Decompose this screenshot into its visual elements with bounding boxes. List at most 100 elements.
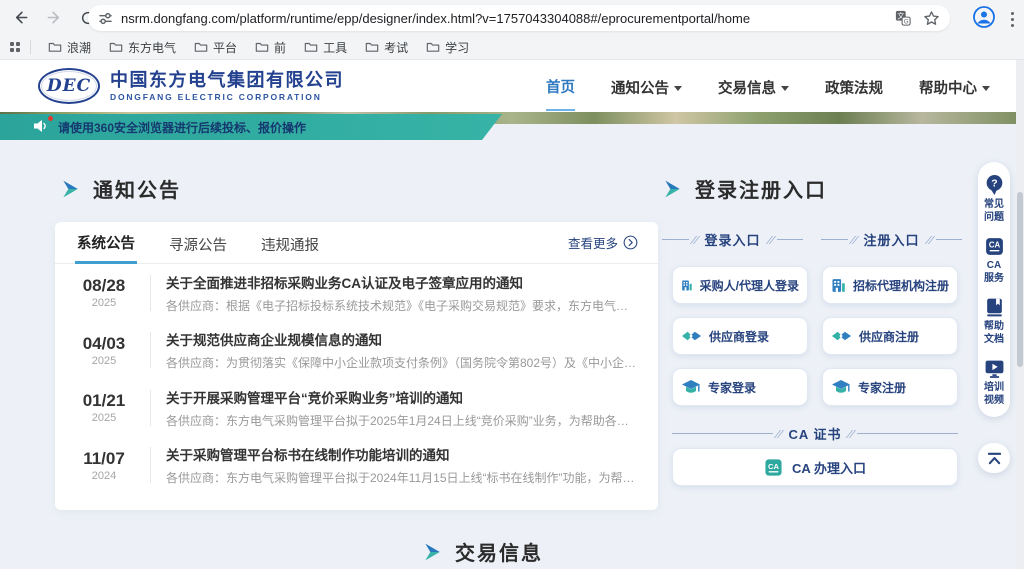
handshake-icon: [681, 328, 702, 344]
notice-date: 04/03 2025: [73, 334, 135, 367]
divider: [150, 275, 151, 311]
section-title: 登录注册入口: [695, 174, 827, 203]
tab-sourcing-notices[interactable]: 寻源公告: [167, 223, 229, 263]
login-group-label: 登录入口: [662, 230, 803, 249]
nav-trade-info[interactable]: 交易信息: [718, 63, 789, 110]
book-icon: [984, 297, 1005, 318]
main-nav: 首页 通知公告 交易信息 政策法规 帮助中心: [546, 60, 990, 112]
browser-menu-button[interactable]: [1007, 8, 1018, 31]
training-videos-shortcut[interactable]: 培训视频: [983, 355, 1005, 411]
view-more-link[interactable]: 查看更多: [568, 233, 638, 252]
folder-icon: [304, 41, 318, 53]
nav-notices[interactable]: 通知公告: [611, 63, 682, 110]
nav-home[interactable]: 首页: [546, 62, 575, 111]
divider: [150, 447, 151, 483]
notice-row[interactable]: 08/28 2025 关于全面推进非招标采购业务CA认证及电子签章应用的通知 各…: [55, 264, 658, 322]
folder-icon: [109, 41, 123, 53]
bookmark-folder[interactable]: 考试: [356, 36, 417, 59]
svg-text:G: G: [904, 18, 909, 25]
company-name-en: DONGFANG ELECTRIC CORPORATION: [110, 92, 344, 102]
folder-icon: [48, 41, 62, 53]
ca-apply-button[interactable]: CA CA 办理入口: [672, 448, 958, 486]
nav-policies[interactable]: 政策法规: [825, 63, 883, 110]
dec-logo-icon: DEC: [38, 68, 100, 104]
supplier-login-button[interactable]: 供应商登录: [672, 317, 808, 355]
notice-title[interactable]: 关于开展采购管理平台“竞价采购业务”培训的通知: [166, 387, 640, 407]
site-header: DEC 中国东方电气集团有限公司 DONGFANG ELECTRIC CORPO…: [0, 60, 1024, 112]
nav-help-center[interactable]: 帮助中心: [919, 63, 990, 110]
notice-title[interactable]: 关于规范供应商企业规模信息的通知: [166, 329, 640, 349]
folder-icon: [194, 41, 208, 53]
translate-icon[interactable]: 文 G: [895, 10, 911, 26]
buyer-agent-login-button[interactable]: 采购人/代理人登录: [672, 266, 808, 304]
caret-down-icon: [674, 86, 682, 91]
company-name-cn: 中国东方电气集团有限公司: [110, 70, 344, 90]
register-group-label: 注册入口: [821, 230, 962, 249]
bidding-agency-register-button[interactable]: 招标代理机构注册: [822, 266, 958, 304]
bookmark-label: 学习: [445, 39, 469, 56]
notice-summary: 各供应商：根据《电子招标投标系统技术规范》《电子采购交易规范》要求，东方电气采购…: [166, 297, 640, 314]
ca-service-shortcut[interactable]: CA CA服务: [983, 233, 1005, 294]
bookmark-folder[interactable]: 前: [246, 36, 295, 59]
expert-register-button[interactable]: 专家注册: [822, 368, 958, 406]
notice-row[interactable]: 04/03 2025 关于规范供应商企业规模信息的通知 各供应商：为贯彻落实《保…: [55, 322, 658, 380]
tab-system-notices[interactable]: 系统公告: [75, 221, 137, 264]
rail-label: 培训视频: [983, 382, 1005, 407]
folder-icon: [255, 41, 269, 53]
divider: [150, 390, 151, 426]
portal-buttons: 采购人/代理人登录 招标代理机构注册 供应商登录 供应商注册: [672, 266, 958, 406]
speaker-icon: [34, 119, 52, 135]
notices-tabs: 系统公告 寻源公告 违规通报 查看更多: [55, 222, 658, 264]
notice-title[interactable]: 关于采购管理平台标书在线制作功能培训的通知: [166, 444, 635, 464]
notice-date: 08/28 2025: [73, 276, 135, 309]
bookmark-label: 浪潮: [67, 39, 91, 56]
handshake-icon: [831, 328, 852, 344]
page-scrollbar: [1016, 60, 1024, 569]
ca-group-label: CA 证书: [672, 424, 958, 443]
company-logo[interactable]: DEC 中国东方电气集团有限公司 DONGFANG ELECTRIC CORPO…: [38, 68, 344, 104]
section-chevron-icon: [662, 179, 682, 199]
address-bar[interactable]: nsrm.dongfang.com/platform/runtime/epp/d…: [88, 5, 950, 31]
bookmark-folder[interactable]: 学习: [417, 36, 478, 59]
bookmarks-bar: 浪潮 东方电气 平台 前 工具 考试 学习: [0, 35, 1024, 60]
back-button[interactable]: [6, 4, 34, 32]
profile-avatar[interactable]: [972, 5, 996, 34]
svg-text:?: ?: [991, 179, 997, 190]
faq-shortcut[interactable]: ? 常见问题: [983, 171, 1005, 233]
notice-row[interactable]: 01/21 2025 关于开展采购管理平台“竞价采购业务”培训的通知 各供应商：…: [55, 379, 658, 437]
help-docs-shortcut[interactable]: 帮助文档: [983, 294, 1005, 355]
bookmark-folder[interactable]: 浪潮: [39, 36, 100, 59]
forward-arrow-icon: [46, 9, 63, 26]
section-chevron-icon: [422, 542, 442, 562]
bookmark-label: 考试: [384, 39, 408, 56]
notices-section-header: 通知公告: [60, 174, 181, 203]
expert-login-button[interactable]: 专家登录: [672, 368, 808, 406]
back-to-top-button[interactable]: [978, 443, 1010, 473]
notice-date: 11/07 2024: [73, 449, 135, 482]
alert-dot: [48, 116, 53, 121]
building-icon: [831, 276, 846, 295]
rail-label: CA服务: [983, 260, 1005, 285]
scrollbar-thumb[interactable]: [1017, 192, 1023, 367]
caret-down-icon: [781, 86, 789, 91]
bookmark-folder[interactable]: 东方电气: [100, 36, 185, 59]
graduation-cap-icon: [831, 379, 851, 396]
apps-grid-icon[interactable]: [10, 42, 20, 52]
notice-row[interactable]: 11/07 2024 关于采购管理平台标书在线制作功能培训的通知 各供应商：东方…: [55, 437, 658, 495]
bookmark-folder[interactable]: 工具: [295, 36, 356, 59]
svg-text:CA: CA: [768, 461, 779, 470]
supplier-register-button[interactable]: 供应商注册: [822, 317, 958, 355]
tab-violation-reports[interactable]: 违规通报: [259, 223, 321, 263]
collapse-up-icon: [986, 451, 1003, 466]
bookmark-folder[interactable]: 平台: [185, 36, 246, 59]
bookmark-star-icon[interactable]: [923, 10, 940, 27]
section-chevron-icon: [60, 179, 80, 199]
floating-sidebar: ? 常见问题 CA CA服务 帮助文档 培训视频: [978, 162, 1010, 417]
trade-info-section-header: 交易信息: [0, 537, 965, 566]
rail-label: 常见问题: [983, 199, 1005, 224]
forward-button[interactable]: [40, 4, 68, 32]
notices-card: 系统公告 寻源公告 违规通报 查看更多 08/28 2025 关于全面推进非招标…: [55, 222, 658, 510]
bookmark-label: 工具: [323, 39, 347, 56]
notice-title[interactable]: 关于全面推进非招标采购业务CA认证及电子签章应用的通知: [166, 272, 640, 292]
ca-badge-icon: CA: [764, 458, 783, 477]
